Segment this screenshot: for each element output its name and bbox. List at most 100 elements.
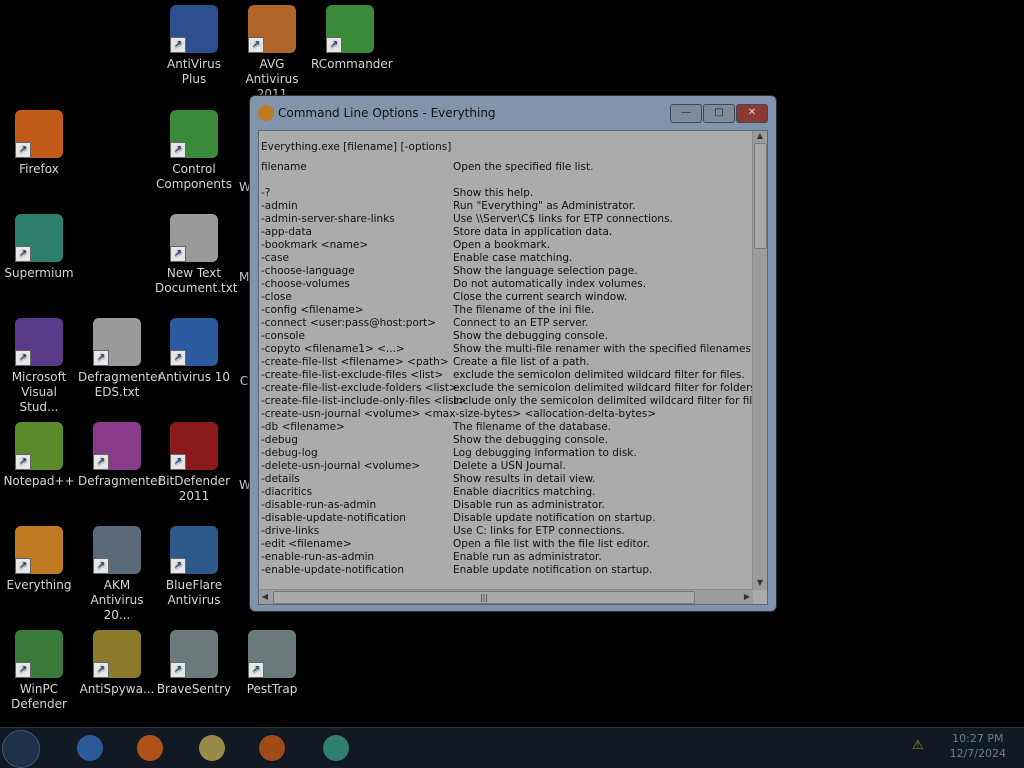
- desktop-icon-label: M: [239, 270, 250, 284]
- scroll-left-icon[interactable]: ◀: [259, 590, 271, 604]
- option-description: Show the multi-file renamer with the spe…: [453, 343, 753, 355]
- desktop-icon[interactable]: ↗ BraveSentry: [155, 630, 233, 697]
- option-description: Show results in detail view.: [453, 473, 596, 485]
- desktop-icon-label: BraveSentry: [156, 682, 232, 696]
- desktop-icon-label: Notepad++: [3, 474, 75, 488]
- options-text-area[interactable]: Everything.exe [filename] [-options] fil…: [258, 130, 768, 605]
- warning-icon[interactable]: ⚠: [912, 738, 928, 754]
- option-description: Enable case matching.: [453, 252, 573, 264]
- desktop-icon-label: W: [239, 478, 251, 492]
- shortcut-arrow-icon: ↗: [15, 350, 31, 366]
- options-list: Everything.exe [filename] [-options] fil…: [259, 131, 753, 581]
- text-file-icon: ↗: [170, 214, 218, 262]
- option-description: Store data in application data.: [453, 226, 613, 238]
- option-row: -edit <filename> Open a file list with th…: [261, 538, 751, 551]
- option-description: Run "Everything" as Administrator.: [453, 200, 636, 212]
- desktop-icon-label: Defragmenter EDS.txt: [78, 370, 163, 399]
- option-row: -admin Run "Everything" as Administrator.: [261, 200, 751, 213]
- taskbar-item-glyph: [199, 735, 225, 761]
- scroll-up-icon[interactable]: ▲: [753, 131, 767, 143]
- desktop-icon[interactable]: ↗ AKM Antivirus 20...: [78, 526, 156, 623]
- option-description: The filename of the database.: [453, 421, 612, 433]
- media-player-icon[interactable]: [250, 731, 294, 765]
- option-description: Enable diacritics matching.: [453, 486, 596, 498]
- shortcut-arrow-icon: ↗: [170, 662, 186, 678]
- desktop-icon[interactable]: ↗ Antivirus 10: [155, 318, 233, 385]
- option-name: -admin: [261, 200, 298, 212]
- vertical-scroll-thumb[interactable]: [754, 143, 767, 249]
- minimize-button[interactable]: —: [670, 104, 702, 123]
- desktop-icon[interactable]: ↗ Notepad++: [0, 422, 78, 489]
- option-row: -create-file-list-exclude-folders <list>…: [261, 382, 753, 395]
- desktop-icon[interactable]: ↗ BitDefender 2011: [155, 422, 233, 504]
- option-row: -console Show the debugging console.: [261, 330, 751, 343]
- desktop-icon[interactable]: ↗ AntiVirus Plus: [155, 5, 233, 87]
- desktop-icon-label: Supermium: [4, 266, 74, 280]
- option-row: -create-file-list-exclude-files <list> ex…: [261, 369, 751, 382]
- notepad-icon: ↗: [15, 422, 63, 470]
- horizontal-scrollbar[interactable]: ◀ ||| ▶: [259, 589, 753, 604]
- folder-icon[interactable]: [190, 731, 234, 765]
- option-name: -choose-language: [261, 265, 355, 277]
- option-name: -enable-run-as-admin: [261, 551, 375, 563]
- desktop-icon-label: Antivirus 10: [157, 370, 231, 384]
- clock[interactable]: 10:27 PM 12/7/2024: [950, 731, 1006, 761]
- option-name: -app-data: [261, 226, 312, 238]
- desktop-icon[interactable]: ↗ New Text Document.txt: [155, 214, 238, 296]
- option-row: -diacritics Enable diacritics matching.: [261, 486, 751, 499]
- option-description: include only the semicolon delimited wil…: [453, 395, 753, 407]
- desktop-icon[interactable]: ↗ WinPC Defender: [0, 630, 78, 712]
- option-description: Show the debugging console.: [453, 434, 609, 446]
- shortcut-arrow-icon: ↗: [93, 350, 109, 366]
- taskbar-item-glyph: [137, 735, 163, 761]
- option-row: -enable-update-notification Enable update…: [261, 564, 751, 577]
- start-button[interactable]: [2, 730, 40, 768]
- internet-explorer-icon[interactable]: [68, 731, 112, 765]
- firefox-icon[interactable]: [128, 731, 172, 765]
- desktop-icon[interactable]: ↗ Supermium: [0, 214, 78, 281]
- window-title: Command Line Options - Everything: [278, 106, 496, 120]
- option-name: -case: [261, 252, 289, 264]
- shortcut-arrow-icon: ↗: [15, 662, 31, 678]
- option-description: Do not automatically index volumes.: [453, 278, 647, 290]
- bitdefender-icon: ↗: [170, 422, 218, 470]
- text-file-icon: ↗: [93, 318, 141, 366]
- option-description: Open a file list with the file list edit…: [453, 538, 650, 550]
- close-button[interactable]: ✕: [736, 104, 768, 123]
- scroll-down-icon[interactable]: ▼: [753, 578, 767, 590]
- option-description: The filename of the ini file.: [453, 304, 595, 316]
- option-row: -choose-language Show the language select…: [261, 265, 751, 278]
- desktop-icon[interactable]: ↗ Firefox: [0, 110, 78, 177]
- desktop-icon[interactable]: ↗ Everything: [0, 526, 78, 593]
- desktop-icon[interactable]: ↗ AntiSpywa...: [78, 630, 156, 697]
- desktop-icon[interactable]: ↗ Control Components: [155, 110, 233, 192]
- desktop-icon[interactable]: ↗ Defragmenter: [78, 422, 162, 489]
- horizontal-scroll-thumb[interactable]: |||: [273, 591, 695, 604]
- antispy-icon: ↗: [93, 630, 141, 678]
- option-description: Close the current search window.: [453, 291, 628, 303]
- shortcut-arrow-icon: ↗: [170, 558, 186, 574]
- desktop-icon[interactable]: ↗ RCommander: [311, 5, 393, 72]
- taskbar-item-glyph: [323, 735, 349, 761]
- desktop-icon[interactable]: ↗ Microsoft Visual Stud...: [0, 318, 78, 415]
- shortcut-arrow-icon: ↗: [170, 246, 186, 262]
- title-bar[interactable]: Command Line Options - Everything — □ ✕: [250, 96, 776, 130]
- visual-studio-icon: ↗: [15, 318, 63, 366]
- option-row: -app-data Store data in application data.: [261, 226, 751, 239]
- desktop-icon[interactable]: ↗ Defragmenter EDS.txt: [78, 318, 163, 400]
- scroll-right-icon[interactable]: ▶: [741, 590, 753, 604]
- option-description: Disable update notification on startup.: [453, 512, 656, 524]
- maximize-button[interactable]: □: [703, 104, 735, 123]
- option-name: -delete-usn-journal <volume>: [261, 460, 421, 472]
- option-row: -case Enable case matching.: [261, 252, 751, 265]
- option-name: -diacritics: [261, 486, 313, 498]
- desktop-icon[interactable]: ↗ BlueFlare Antivirus: [155, 526, 233, 608]
- option-row: -close Close the current search window.: [261, 291, 751, 304]
- vertical-scrollbar[interactable]: ▲ ▼: [752, 131, 767, 590]
- option-name: -copyto <filename1> <...>: [261, 343, 405, 355]
- shield-icon: ↗: [170, 5, 218, 53]
- everything-options-window[interactable]: Command Line Options - Everything — □ ✕ …: [249, 95, 777, 612]
- supermium-icon[interactable]: [314, 731, 358, 765]
- desktop-icon[interactable]: ↗ AVG Antivirus 2011: [233, 5, 311, 102]
- desktop-icon[interactable]: ↗ PestTrap: [233, 630, 311, 697]
